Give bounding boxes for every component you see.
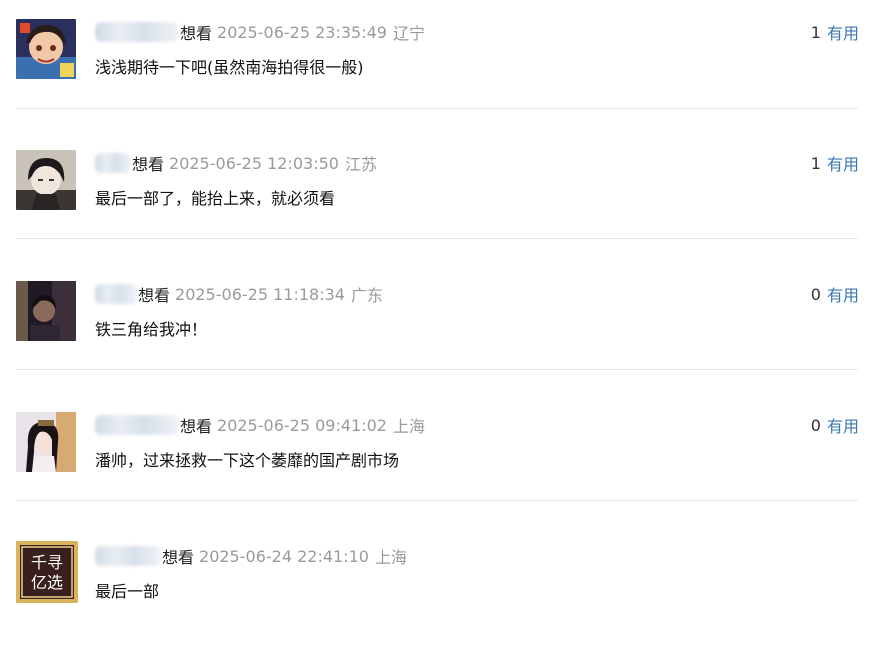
comment-item: 千寻 亿选 想看 2025-06-24 22:41:10 上海 最后一部 bbox=[0, 524, 881, 655]
comment-time: 2025-06-25 09:41:02 bbox=[217, 415, 387, 435]
comment-item: 想看 2025-06-25 12:03:50 江苏 1 有用 最后一部了，能抬上… bbox=[0, 131, 881, 262]
comment-meta: 想看 2025-06-25 12:03:50 江苏 bbox=[95, 151, 377, 175]
comment-location: 江苏 bbox=[344, 155, 377, 174]
watch-status: 想看 bbox=[162, 548, 195, 567]
vote-area: 0 有用 bbox=[811, 413, 859, 437]
comment-meta: 想看 2025-06-25 09:41:02 上海 bbox=[95, 413, 425, 437]
comment-meta: 想看 2025-06-24 22:41:10 上海 bbox=[95, 544, 407, 568]
comment-time: 2025-06-25 12:03:50 bbox=[169, 153, 339, 173]
watch-status: 想看 bbox=[180, 417, 213, 436]
divider bbox=[16, 500, 858, 501]
comment-text: 最后一部 bbox=[95, 582, 160, 601]
dark-hair-boy-avatar-icon[interactable] bbox=[16, 150, 76, 210]
divider bbox=[16, 369, 858, 370]
vote-count: 1 bbox=[810, 22, 821, 42]
watch-status: 想看 bbox=[132, 155, 165, 174]
comment-item: 想看 2025-06-25 23:35:49 辽宁 1 有用 浅浅期待一下吧(虽… bbox=[0, 0, 881, 131]
comment-location: 上海 bbox=[374, 548, 407, 567]
divider bbox=[16, 108, 858, 109]
comment-meta: 想看 2025-06-25 11:18:34 广东 bbox=[95, 282, 383, 306]
useful-button[interactable]: 有用 bbox=[827, 20, 859, 44]
divider bbox=[16, 238, 858, 239]
vote-area: 1 有用 bbox=[811, 20, 859, 44]
watch-status: 想看 bbox=[180, 24, 213, 43]
avatar-text-line1: 千寻 bbox=[31, 553, 63, 572]
comment-item: 想看 2025-06-25 11:18:34 广东 0 有用 铁三角给我冲！ bbox=[0, 262, 881, 393]
vote-area: 0 有用 bbox=[811, 282, 859, 306]
comment-location: 广东 bbox=[350, 286, 383, 305]
comment-list: 想看 2025-06-25 23:35:49 辽宁 1 有用 浅浅期待一下吧(虽… bbox=[0, 0, 881, 614]
username-blurred[interactable] bbox=[95, 415, 179, 435]
comment-text: 铁三角给我冲！ bbox=[95, 320, 208, 339]
username-blurred[interactable] bbox=[95, 22, 179, 42]
vote-area: 1 有用 bbox=[811, 151, 859, 175]
comment-time: 2025-06-24 22:41:10 bbox=[199, 546, 369, 566]
comment-meta: 想看 2025-06-25 23:35:49 辽宁 bbox=[95, 20, 425, 44]
useful-button[interactable]: 有用 bbox=[827, 282, 859, 306]
comment-time: 2025-06-25 11:18:34 bbox=[175, 284, 345, 304]
qianxun-yixuan-logo-icon[interactable]: 千寻 亿选 bbox=[16, 541, 78, 603]
costume-lady-avatar-icon[interactable] bbox=[16, 412, 76, 472]
vote-count: 0 bbox=[810, 415, 821, 435]
username-blurred[interactable] bbox=[95, 546, 161, 566]
comment-item: 想看 2025-06-25 09:41:02 上海 0 有用 潘帅，过来拯救一下… bbox=[0, 393, 881, 524]
username-blurred[interactable] bbox=[95, 153, 131, 173]
comment-text: 潘帅，过来拯救一下这个萎靡的国产剧市场 bbox=[95, 451, 400, 470]
comment-location: 上海 bbox=[392, 417, 425, 436]
avatar-text-line2: 亿选 bbox=[31, 573, 63, 592]
anime-girl-avatar-icon[interactable] bbox=[16, 19, 76, 79]
watch-status: 想看 bbox=[138, 286, 171, 305]
comment-text: 浅浅期待一下吧(虽然南海拍得很一般) bbox=[95, 58, 364, 77]
vote-count: 0 bbox=[810, 284, 821, 304]
vote-count: 1 bbox=[810, 153, 821, 173]
comment-time: 2025-06-25 23:35:49 bbox=[217, 22, 387, 42]
useful-button[interactable]: 有用 bbox=[827, 151, 859, 175]
dark-scene-avatar-icon[interactable] bbox=[16, 281, 76, 341]
comment-location: 辽宁 bbox=[392, 24, 425, 43]
comment-text: 最后一部了，能抬上来，就必须看 bbox=[95, 189, 336, 208]
useful-button[interactable]: 有用 bbox=[827, 413, 859, 437]
username-blurred[interactable] bbox=[95, 284, 137, 304]
